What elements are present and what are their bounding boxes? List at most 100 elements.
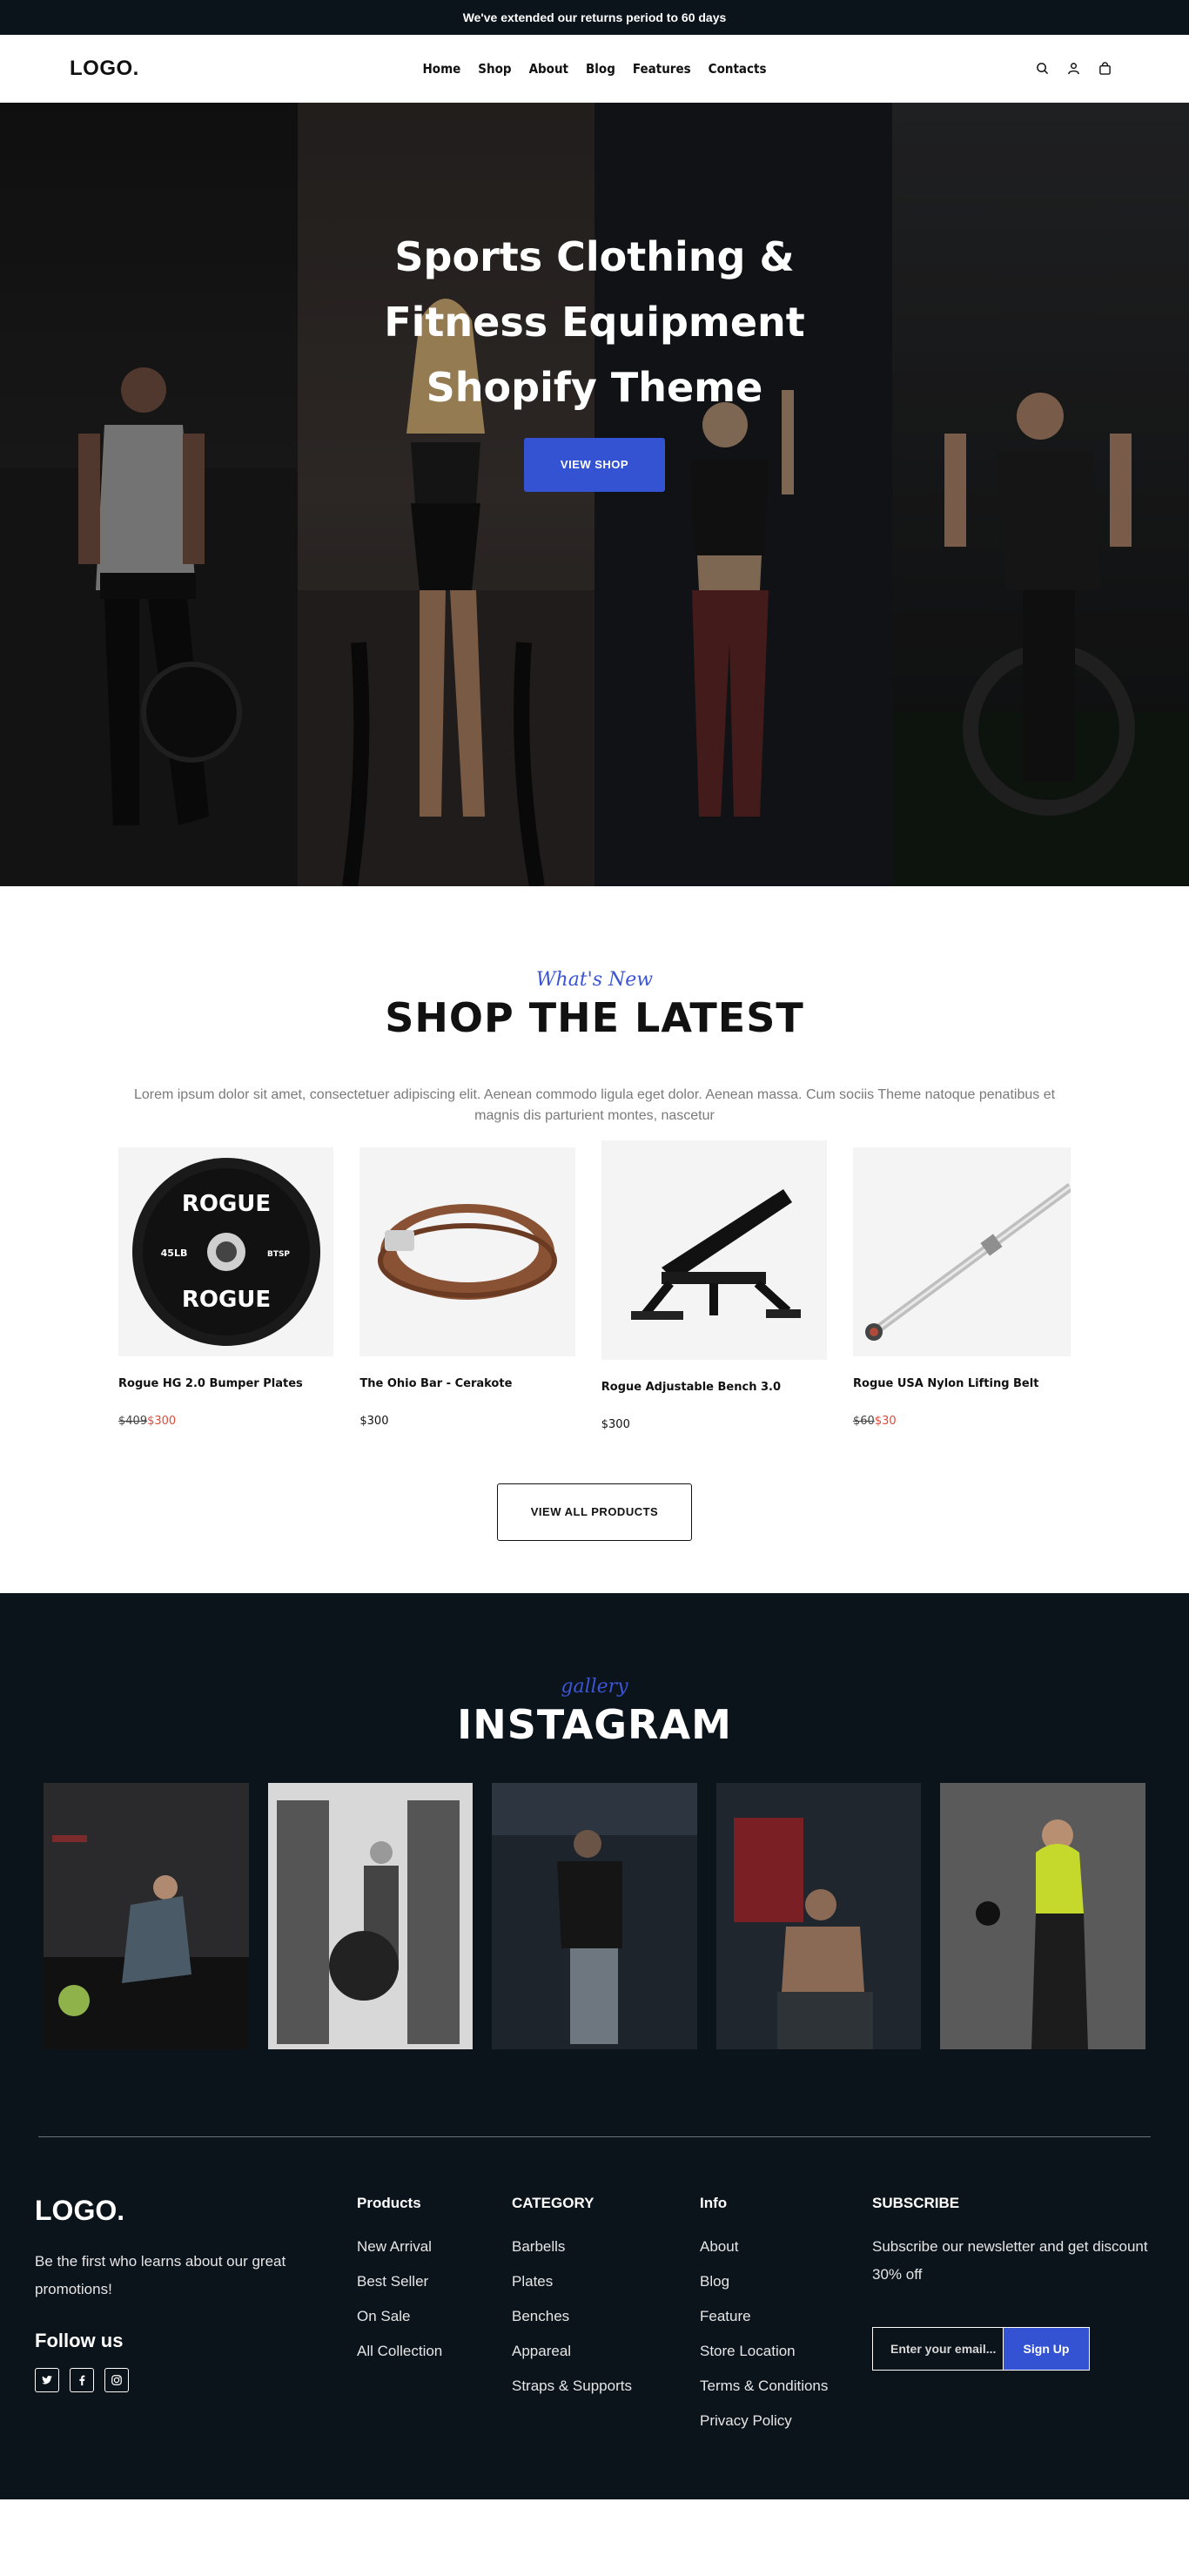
product-price: $300 — [359, 1415, 574, 1428]
site-footer: LOGO. Be the first who learns about our … — [0, 2136, 1189, 2499]
social-links — [35, 2368, 357, 2392]
footer-link[interactable]: Barbells — [512, 2238, 700, 2256]
product-card[interactable]: ROGUE ROGUE 45LB BTSP Rogue HG 2.0 Bumpe… — [118, 1147, 334, 1428]
instagram-photo[interactable] — [940, 1783, 1145, 2049]
old-price: $409 — [118, 1415, 148, 1428]
follow-us-heading: Follow us — [35, 2330, 124, 2351]
hero-overlay — [0, 103, 1189, 886]
section-title: SHOP THE LATEST — [385, 994, 804, 1041]
footer-logo[interactable]: LOGO. — [35, 2195, 357, 2227]
header-icons — [1034, 61, 1112, 77]
product-image[interactable] — [853, 1147, 1071, 1356]
footer-category-column: CATEGORY Barbells Plates Benches Apparea… — [512, 2195, 700, 2447]
instagram-photo[interactable] — [492, 1783, 697, 2049]
product-name[interactable]: Rogue USA Nylon Lifting Belt — [853, 1377, 1071, 1390]
footer-link[interactable]: Terms & Conditions — [700, 2378, 872, 2395]
footer-columns: LOGO. Be the first who learns about our … — [35, 2137, 1151, 2499]
view-all-products-button[interactable]: VIEW ALL PRODUCTS — [497, 1483, 692, 1541]
footer-tagline: Be the first who learns about our great … — [35, 2253, 286, 2297]
footer-subscribe-heading: SUBSCRIBE — [872, 2195, 960, 2211]
announcement-bar: We've extended our returns period to 60 … — [0, 0, 1189, 35]
plate-brand-bottom: ROGUE — [182, 1287, 271, 1313]
footer-link[interactable]: All Collection — [357, 2343, 512, 2360]
sale-price: $30 — [874, 1415, 897, 1428]
price: $300 — [601, 1418, 630, 1431]
price: $300 — [359, 1415, 389, 1428]
section-description: Lorem ipsum dolor sit amet, consectetuer… — [133, 1087, 1056, 1123]
nav-contacts[interactable]: Contacts — [709, 61, 767, 77]
plate-brand-top: ROGUE — [182, 1191, 271, 1217]
footer-link[interactable]: Appareal — [512, 2343, 700, 2360]
footer-info-column: Info About Blog Feature Store Location T… — [700, 2195, 872, 2447]
product-image[interactable] — [601, 1140, 827, 1360]
plate-weight: 45LB — [160, 1248, 187, 1259]
instagram-photo[interactable] — [715, 1783, 922, 2049]
product-price: $300 — [601, 1418, 827, 1431]
product-price: $60$30 — [853, 1415, 1071, 1428]
instagram-icon[interactable] — [104, 2368, 129, 2392]
section-script-label: gallery — [561, 1676, 628, 1698]
subscribe-text: Subscribe our newsletter and get discoun… — [872, 2238, 1148, 2283]
footer-products-list: New Arrival Best Seller On Sale All Coll… — [357, 2238, 512, 2360]
footer-link[interactable]: Feature — [700, 2308, 872, 2325]
product-card[interactable]: Rogue Adjustable Bench 3.0 $300 — [601, 1140, 827, 1431]
main-nav: Home Shop About Blog Features Contacts — [423, 61, 767, 77]
product-image[interactable]: ROGUE ROGUE 45LB BTSP — [118, 1147, 334, 1356]
hero-content: Sports Clothing & Fitness Equipment Shop… — [0, 225, 1189, 492]
nav-shop[interactable]: Shop — [478, 61, 511, 77]
nav-blog[interactable]: Blog — [586, 61, 615, 77]
twitter-icon[interactable] — [35, 2368, 59, 2392]
nav-about[interactable]: About — [529, 61, 568, 77]
facebook-icon[interactable] — [70, 2368, 94, 2392]
footer-link[interactable]: Privacy Policy — [700, 2412, 872, 2430]
hero-title: Sports Clothing & Fitness Equipment Shop… — [384, 233, 805, 411]
plate-code: BTSP — [267, 1250, 290, 1259]
product-price: $409$300 — [118, 1415, 333, 1428]
site-header: LOGO. Home Shop About Blog Features Cont… — [0, 35, 1189, 103]
section-script-label: What's New — [535, 969, 654, 991]
announcement-text: We've extended our returns period to 60 … — [462, 10, 727, 24]
footer-info-list: About Blog Feature Store Location Terms … — [700, 2238, 872, 2430]
subscribe-form: Sign Up — [872, 2327, 1151, 2371]
hero-banner: Sports Clothing & Fitness Equipment Shop… — [0, 103, 1189, 886]
view-shop-button[interactable]: VIEW SHOP — [524, 438, 665, 492]
footer-link[interactable]: Plates — [512, 2273, 700, 2290]
footer-link[interactable]: Best Seller — [357, 2273, 512, 2290]
instagram-section: gallery INSTAGRAM — [0, 1593, 1189, 2136]
logo[interactable]: LOGO. — [70, 57, 139, 81]
user-icon[interactable] — [1065, 61, 1081, 77]
footer-link[interactable]: New Arrival — [357, 2238, 512, 2256]
sign-up-button[interactable]: Sign Up — [1003, 2327, 1090, 2371]
footer-category-list: Barbells Plates Benches Appareal Straps … — [512, 2238, 700, 2395]
product-name[interactable]: Rogue HG 2.0 Bumper Plates — [118, 1377, 333, 1390]
product-card[interactable]: Rogue USA Nylon Lifting Belt $60$30 — [853, 1147, 1071, 1428]
instagram-photo[interactable] — [44, 1783, 249, 2049]
instagram-gallery — [0, 1783, 1189, 2049]
footer-link[interactable]: On Sale — [357, 2308, 512, 2325]
footer-category-heading: CATEGORY — [512, 2195, 594, 2211]
old-price: $60 — [853, 1415, 875, 1428]
footer-info-heading: Info — [700, 2195, 728, 2211]
footer-subscribe-column: SUBSCRIBE Subscribe our newsletter and g… — [872, 2195, 1151, 2447]
product-image[interactable] — [359, 1147, 575, 1356]
nav-home[interactable]: Home — [423, 61, 461, 77]
email-input[interactable] — [872, 2327, 1003, 2371]
product-card[interactable]: The Ohio Bar - Cerakote $300 — [359, 1147, 575, 1428]
footer-link[interactable]: Store Location — [700, 2343, 872, 2360]
nav-features[interactable]: Features — [633, 61, 691, 77]
footer-link[interactable]: About — [700, 2238, 872, 2256]
search-icon[interactable] — [1034, 61, 1050, 77]
sale-price: $300 — [147, 1415, 177, 1428]
footer-link[interactable]: Straps & Supports — [512, 2378, 700, 2395]
product-name[interactable]: Rogue Adjustable Bench 3.0 — [601, 1381, 827, 1394]
product-name[interactable]: The Ohio Bar - Cerakote — [359, 1377, 574, 1390]
instagram-photo[interactable] — [267, 1783, 474, 2049]
shop-latest-section: What's New SHOP THE LATEST Lorem ipsum d… — [0, 886, 1189, 1593]
cart-icon[interactable] — [1097, 61, 1112, 77]
footer-link[interactable]: Benches — [512, 2308, 700, 2325]
product-grid: ROGUE ROGUE 45LB BTSP Rogue HG 2.0 Bumpe… — [0, 1140, 1189, 1431]
footer-products-column: Products New Arrival Best Seller On Sale… — [357, 2195, 512, 2447]
footer-link[interactable]: Blog — [700, 2273, 872, 2290]
section-title: INSTAGRAM — [457, 1701, 732, 1748]
footer-products-heading: Products — [357, 2195, 421, 2211]
